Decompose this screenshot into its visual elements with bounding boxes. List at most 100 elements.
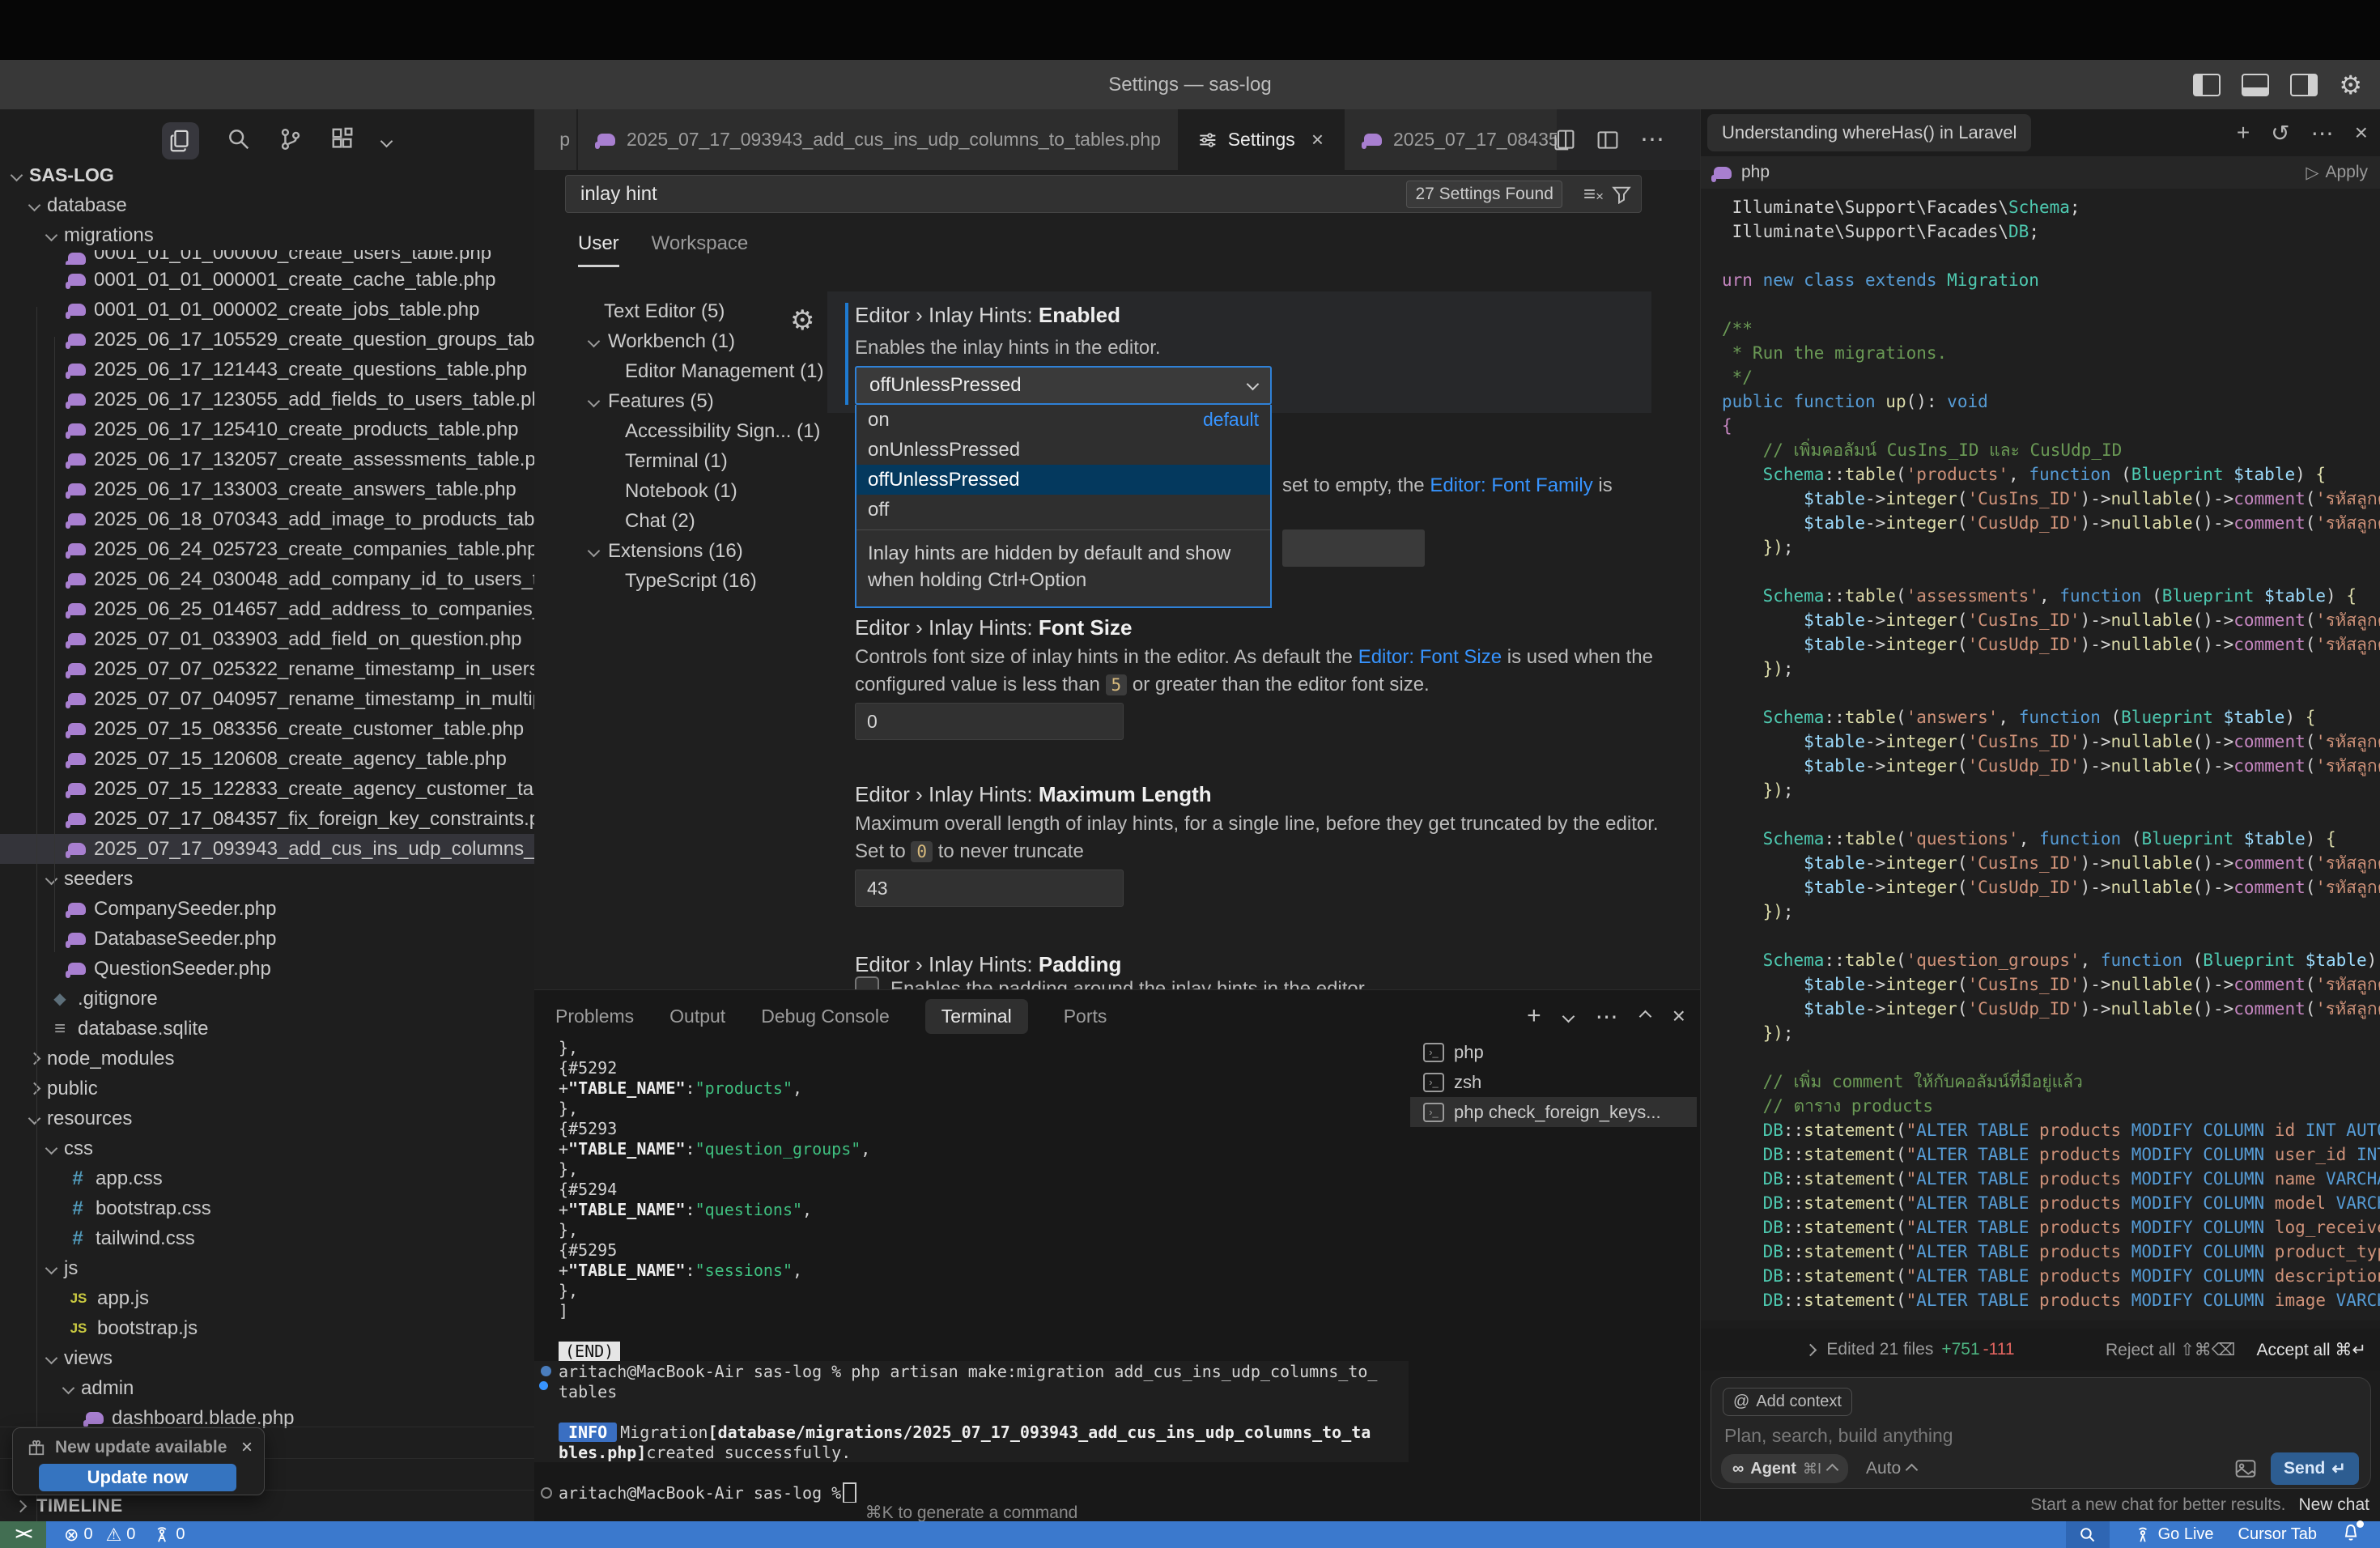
panel-tab-problems[interactable]: Problems <box>555 1006 634 1027</box>
toc-item-typescript[interactable]: TypeScript (16) <box>586 566 829 596</box>
source-control-icon[interactable] <box>278 127 303 155</box>
reject-all-button[interactable]: Reject all ⇧⌘⌫ <box>2106 1340 2236 1360</box>
tree-item[interactable]: 2025_06_17_133003_create_answers_table.p… <box>0 474 534 504</box>
panel-tab-terminal[interactable]: Terminal <box>925 999 1028 1034</box>
tree-item[interactable]: 2025_06_17_121443_create_questions_table… <box>0 355 534 385</box>
tree-item[interactable]: 2025_06_24_025723_create_companies_table… <box>0 534 534 564</box>
tree-item[interactable]: SAS-LOG <box>0 160 534 190</box>
setting-gear-icon[interactable]: ⚙ <box>790 304 814 337</box>
tree-item[interactable]: #bootstrap.css <box>0 1193 534 1223</box>
scope-tab-workspace[interactable]: Workspace <box>652 232 749 267</box>
tree-item[interactable]: 0001_01_01_000001_create_cache_table.php <box>0 265 534 295</box>
send-button[interactable]: Send ↵ <box>2271 1452 2359 1485</box>
new-terminal-icon[interactable]: + <box>1527 1002 1541 1030</box>
tree-item[interactable]: CompanySeeder.php <box>0 894 534 924</box>
tree-item[interactable]: migrations <box>0 220 534 250</box>
tab-migration-file-2[interactable]: 2025_07_17_084357_ <box>1345 109 1557 170</box>
tree-item[interactable]: #tailwind.css <box>0 1223 534 1253</box>
toc-item-extensions[interactable]: Extensions (16) <box>586 536 829 566</box>
close-icon[interactable]: × <box>241 1436 253 1459</box>
layout-settings-icon[interactable]: ⚙ <box>2339 72 2362 98</box>
tree-item[interactable]: JSapp.js <box>0 1283 534 1313</box>
tree-item[interactable]: 2025_06_25_014657_add_address_to_compani… <box>0 594 534 624</box>
explorer-icon[interactable] <box>162 122 199 159</box>
tree-item[interactable]: 2025_06_17_125410_create_products_table.… <box>0 415 534 444</box>
tab-migration-file[interactable]: 2025_07_17_093943_add_cus_ins_udp_column… <box>578 109 1179 170</box>
tree-item[interactable]: node_modules <box>0 1044 534 1074</box>
tree-item[interactable]: 0001_01_01_000000_create_users_table.php <box>0 250 534 265</box>
filter-icon[interactable] <box>1612 185 1631 204</box>
agent-mode-selector[interactable]: ∞ Agent ⌘I <box>1721 1454 1848 1483</box>
maximize-panel-icon[interactable] <box>1638 1010 1651 1023</box>
tree-item[interactable]: 2025_07_01_033903_add_field_on_question.… <box>0 624 534 654</box>
tree-item[interactable]: js <box>0 1253 534 1283</box>
tree-item[interactable]: DatabaseSeeder.php <box>0 924 534 954</box>
search-input[interactable]: inlay hint <box>580 183 1406 206</box>
tree-item[interactable]: resources <box>0 1104 534 1133</box>
tree-item[interactable]: 2025_06_17_132057_create_assessments_tab… <box>0 444 534 474</box>
tree-item[interactable]: 2025_07_17_084357_fix_foreign_key_constr… <box>0 804 534 834</box>
status-search[interactable] <box>2066 1521 2110 1548</box>
cursor-tab-toggle[interactable]: Cursor Tab <box>2238 1525 2317 1544</box>
close-icon[interactable]: × <box>2355 120 2368 146</box>
problems-indicator[interactable]: ⊗0 ⚠0 <box>64 1525 135 1546</box>
dropdown-option-on[interactable]: ondefault <box>856 405 1270 435</box>
chevron-down-icon[interactable] <box>1562 1010 1575 1023</box>
font-size-link[interactable]: Editor: Font Size <box>1358 646 1502 668</box>
close-icon[interactable]: × <box>1311 127 1324 152</box>
tree-item[interactable]: database <box>0 190 534 220</box>
add-context-chip[interactable]: @ Add context <box>1723 1388 1852 1416</box>
tree-item[interactable]: 2025_06_17_123055_add_fields_to_users_ta… <box>0 385 534 415</box>
toggle-bottom-panel-icon[interactable] <box>2242 74 2269 96</box>
dropdown-option-off[interactable]: off <box>856 495 1270 525</box>
tree-item[interactable]: 2025_07_15_122833_create_agency_customer… <box>0 774 534 804</box>
more-actions-icon[interactable]: ⋯ <box>1596 1003 1618 1030</box>
tree-item[interactable]: 2025_06_18_070343_add_image_to_products_… <box>0 504 534 534</box>
dropdown-option-offUnlessPressed[interactable]: offUnlessPressed <box>856 465 1270 495</box>
scope-tab-user[interactable]: User <box>578 232 619 267</box>
toggle-right-panel-icon[interactable] <box>2290 74 2318 96</box>
font-family-input-fragment[interactable] <box>1282 529 1425 567</box>
tab-settings[interactable]: Settings × <box>1179 109 1345 170</box>
toc-item-chat[interactable]: Chat (2) <box>586 506 829 536</box>
tree-item[interactable]: JSbootstrap.js <box>0 1313 534 1343</box>
update-now-button[interactable]: Update now <box>39 1464 236 1491</box>
more-actions-icon[interactable]: ⋯ <box>1640 125 1664 154</box>
remote-indicator[interactable]: >< <box>0 1521 46 1548</box>
ports-indicator[interactable]: 0 <box>153 1525 185 1544</box>
toggle-left-panel-icon[interactable] <box>2193 74 2221 96</box>
panel-tab-debug-console[interactable]: Debug Console <box>761 1006 890 1027</box>
history-icon[interactable]: ↺ <box>2271 120 2289 147</box>
go-live-button[interactable]: Go Live <box>2134 1525 2214 1544</box>
toc-item-notebook[interactable]: Notebook (1) <box>586 476 829 506</box>
tree-item[interactable]: 2025_06_24_030048_add_company_id_to_user… <box>0 564 534 594</box>
chat-tab[interactable]: Understanding whereHas() in Laravel <box>1707 114 2031 151</box>
tree-item[interactable]: seeders <box>0 864 534 894</box>
chevron-right-icon[interactable] <box>1804 1343 1817 1356</box>
more-actions-icon[interactable]: ⋯ <box>2311 120 2334 147</box>
terminal-instance[interactable]: ›_zsh <box>1410 1067 1697 1097</box>
panel-tab-output[interactable]: Output <box>669 1006 725 1027</box>
tree-item[interactable]: admin <box>0 1373 534 1403</box>
panel-tab-ports[interactable]: Ports <box>1064 1006 1107 1027</box>
toc-item-features[interactable]: Features (5) <box>586 386 829 416</box>
tree-item[interactable]: #app.css <box>0 1163 534 1193</box>
new-chat-link[interactable]: New chat <box>2298 1495 2369 1515</box>
tree-item[interactable]: views <box>0 1343 534 1373</box>
tree-item[interactable]: 2025_07_07_040957_rename_timestamp_in_mu… <box>0 684 534 714</box>
terminal-instance[interactable]: ›_php <box>1410 1037 1697 1067</box>
tree-item[interactable]: css <box>0 1133 534 1163</box>
layout-icon[interactable] <box>1596 129 1619 151</box>
tree-item[interactable]: 0001_01_01_000002_create_jobs_table.php <box>0 295 534 325</box>
tree-item[interactable]: 2025_07_15_120608_create_agency_table.ph… <box>0 744 534 774</box>
chat-input-box[interactable]: @ Add context Plan, search, build anythi… <box>1711 1377 2371 1489</box>
tree-item[interactable]: 2025_07_15_083356_create_customer_table.… <box>0 714 534 744</box>
extensions-icon[interactable] <box>330 127 355 155</box>
search-icon[interactable] <box>227 127 251 155</box>
settings-search[interactable]: inlay hint 27 Settings Found ≡× <box>565 175 1642 213</box>
image-icon[interactable] <box>2235 1459 2256 1478</box>
accept-all-button[interactable]: Accept all ⌘↵ <box>2256 1340 2366 1360</box>
close-panel-icon[interactable]: × <box>1672 1003 1685 1029</box>
tab-partial[interactable]: p <box>534 109 578 170</box>
split-editor-icon[interactable] <box>1553 129 1575 151</box>
